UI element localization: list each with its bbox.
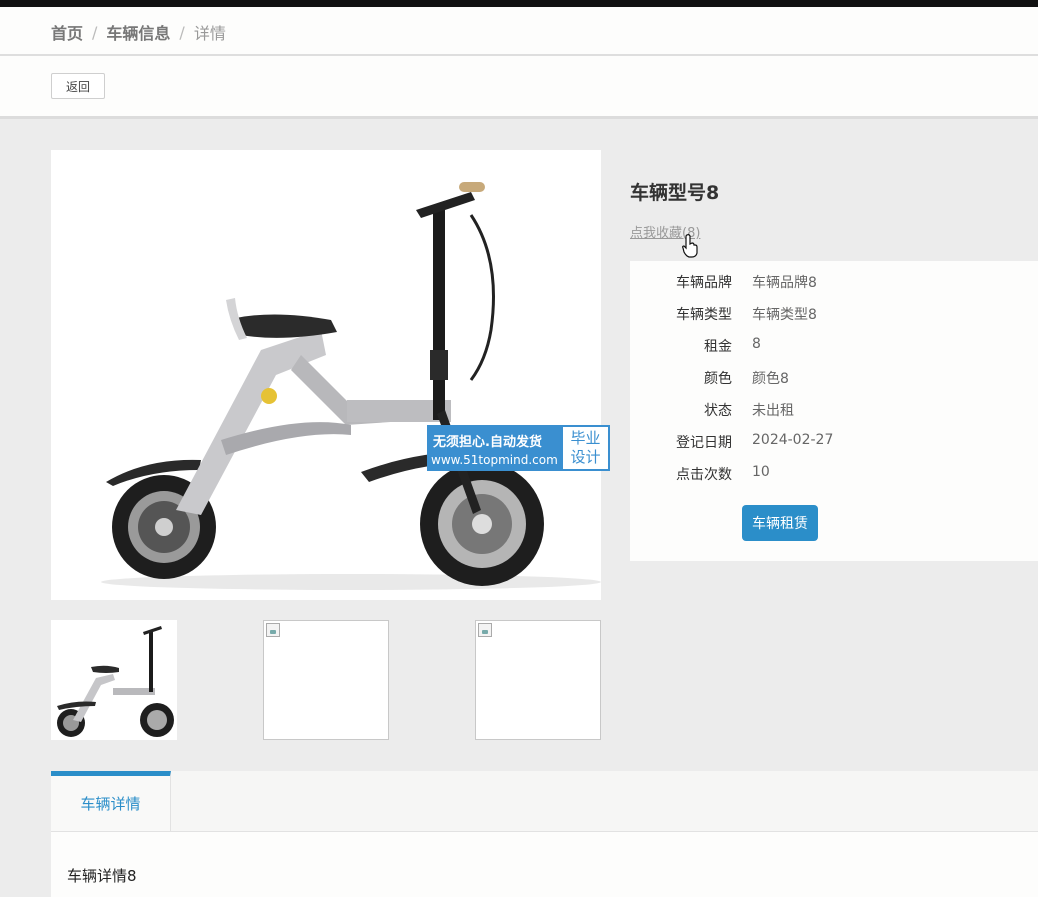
- scooter-image: [101, 182, 601, 590]
- product-title: 车辆型号8: [630, 182, 720, 204]
- thumbnail-1[interactable]: [51, 620, 177, 740]
- detail-tabs: 车辆详情: [51, 771, 1038, 832]
- breadcrumb-separator: /: [92, 22, 98, 42]
- breadcrumb-section[interactable]: 车辆信息: [106, 20, 170, 44]
- info-label: 车辆品牌: [676, 275, 732, 291]
- watermark-line1: 无须担心.自动发货: [433, 435, 542, 450]
- info-value: 2024-02-27: [752, 432, 834, 448]
- thumbnail-2[interactable]: [263, 620, 389, 740]
- breadcrumb-current: 详情: [193, 24, 226, 43]
- breadcrumb-home[interactable]: 首页: [51, 20, 83, 44]
- info-value: 车辆类型8: [752, 307, 817, 323]
- info-value: 颜色8: [752, 371, 789, 387]
- scooter-thumbnail-image: [57, 626, 174, 737]
- thumbnail-3[interactable]: [475, 620, 601, 740]
- info-row-rent: 租金 8: [630, 336, 1030, 356]
- product-info-card: 车辆品牌 车辆品牌8 车辆类型 车辆类型8 租金 8 颜色 颜色8 状态 未出租…: [630, 261, 1038, 561]
- info-row-clicks: 点击次数 10: [630, 464, 1030, 484]
- watermark-badge-top: 毕业: [570, 429, 601, 447]
- breadcrumb-bar: 首页 / 车辆信息 / 详情: [0, 7, 1038, 56]
- broken-image-icon: [266, 623, 280, 637]
- back-button[interactable]: 返回: [51, 73, 105, 99]
- info-value: 未出租: [752, 403, 794, 419]
- window-top-strip: [0, 0, 1038, 7]
- detail-text: 车辆详情8: [67, 867, 137, 885]
- product-main-image: [51, 150, 601, 600]
- info-label: 状态: [704, 403, 732, 419]
- detail-content: 车辆详情8: [51, 832, 1038, 897]
- info-label: 登记日期: [676, 435, 732, 451]
- info-label: 租金: [704, 339, 732, 355]
- breadcrumb: 首页 / 车辆信息 / 详情: [51, 20, 226, 44]
- watermark-badge-label: 毕业 设计: [563, 427, 608, 469]
- rent-button[interactable]: 车辆租赁: [742, 505, 818, 541]
- info-value: 10: [752, 464, 770, 480]
- info-value: 车辆品牌8: [752, 275, 817, 291]
- tab-vehicle-detail[interactable]: 车辆详情: [51, 771, 171, 831]
- watermark-line2: www.51topmind.com: [431, 453, 558, 467]
- info-row-brand: 车辆品牌 车辆品牌8: [630, 272, 1030, 292]
- info-row-color: 颜色 颜色8: [630, 368, 1030, 388]
- info-row-date: 登记日期 2024-02-27: [630, 432, 1030, 452]
- hand-cursor-icon: [682, 234, 698, 262]
- watermark-badge: 无须担心.自动发货 www.51topmind.com 毕业 设计: [427, 425, 610, 471]
- info-row-type: 车辆类型 车辆类型8: [630, 304, 1030, 324]
- info-label: 车辆类型: [676, 307, 732, 323]
- toolbar: 返回: [0, 56, 1038, 119]
- broken-image-icon: [478, 623, 492, 637]
- watermark-text: 无须担心.自动发货 www.51topmind.com: [428, 426, 562, 470]
- watermark-badge-bottom: 设计: [570, 448, 601, 466]
- breadcrumb-separator: /: [179, 22, 185, 42]
- info-row-status: 状态 未出租: [630, 400, 1030, 420]
- info-value: 8: [752, 336, 761, 352]
- info-label: 颜色: [704, 371, 732, 387]
- info-label: 点击次数: [676, 467, 732, 483]
